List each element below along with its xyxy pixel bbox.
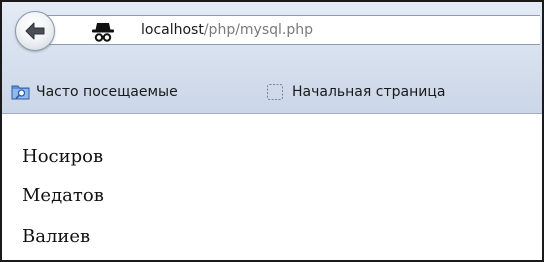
folder-search-icon (11, 85, 30, 100)
url-host: localhost (141, 22, 204, 38)
bookmarks-bar: Часто посещаемые Начальная страница (2, 72, 542, 114)
blank-page-icon (267, 84, 283, 100)
url-path: /php/mysql.php (203, 22, 314, 38)
back-arrow-icon (25, 22, 45, 40)
bookmark-label: Часто посещаемые (36, 84, 178, 100)
back-button[interactable] (15, 11, 55, 51)
bookmark-most-visited[interactable]: Часто посещаемые (11, 81, 178, 103)
page-content: Носиров Медатов Валиев (2, 114, 542, 260)
url-bar[interactable]: localhost/php/mysql.php (44, 15, 540, 45)
list-item: Валиев (22, 226, 91, 247)
incognito-spy-icon (92, 23, 114, 42)
bookmark-home-page[interactable]: Начальная страница (265, 81, 445, 103)
navigation-bar: localhost/php/mysql.php (2, 2, 542, 72)
bookmark-label: Начальная страница (292, 84, 446, 100)
list-item: Носиров (22, 146, 104, 167)
browser-window: localhost/php/mysql.php Часто посещаемые… (0, 0, 544, 262)
url-text[interactable]: localhost/php/mysql.php (141, 22, 313, 38)
list-item: Медатов (22, 185, 104, 206)
